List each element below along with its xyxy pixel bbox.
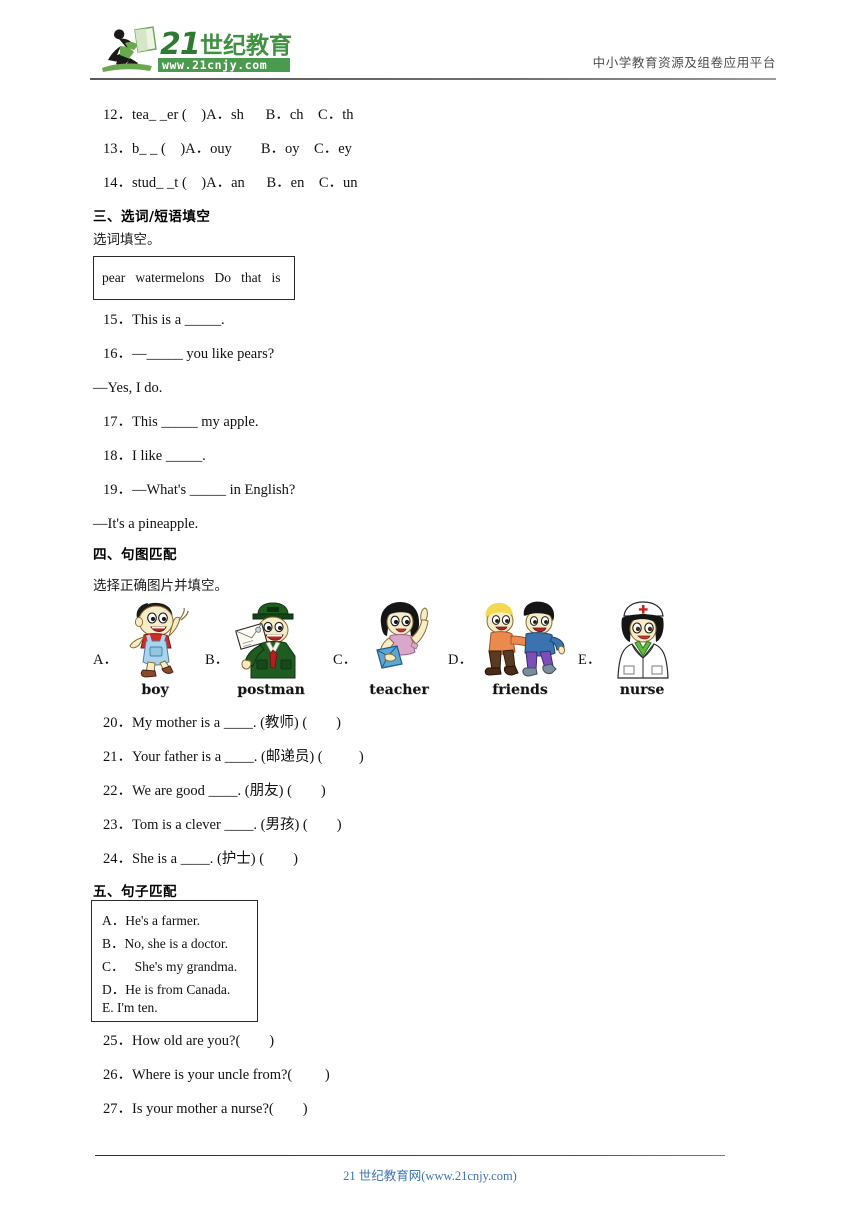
section-four-subheading: 选择正确图片并填空。 <box>93 578 228 593</box>
question-18: 18．I like _____. <box>103 448 206 464</box>
header-slogan: 中小学教育资源及组卷应用平台 <box>592 56 776 70</box>
question-26: 26．Where is your uncle from?( ) <box>103 1067 330 1083</box>
picture-caption-d: friends <box>492 682 548 698</box>
site-logo: 21 世纪教育 www.21cnjy.com <box>90 22 305 78</box>
question-22: 22．We are good ____. (朋友) ( ) <box>103 783 326 799</box>
question-16: 16．—_____ you like pears? <box>103 346 275 362</box>
svg-text:www.21cnjy.com: www.21cnjy.com <box>162 58 267 72</box>
match-option-d: D．He is from Canada. <box>102 982 231 997</box>
question-20: 20．My mother is a ____. (教师) ( ) <box>103 715 342 731</box>
header-divider <box>90 78 776 80</box>
picture-option-b: B． postman <box>205 600 335 712</box>
picture-caption-b: postman <box>237 682 305 698</box>
question-15: 15．This is a _____. <box>103 312 225 328</box>
question-21: 21．Your father is a ____. (邮递员) ( ) <box>103 749 364 765</box>
picture-caption-a: boy <box>141 682 169 698</box>
page-header: 21 世纪教育 www.21cnjy.com 中小学教育资源及组卷应用平台 <box>90 22 776 80</box>
picture-option-e: E． nurse <box>578 600 693 712</box>
question-27: 27．Is your mother a nurse?( ) <box>103 1101 308 1117</box>
question-17: 17．This _____ my apple. <box>103 414 259 430</box>
match-option-e: E. I'm ten. <box>102 1000 158 1015</box>
picture-label-e: E． <box>578 652 602 668</box>
exam-page: 21 世纪教育 www.21cnjy.com 中小学教育资源及组卷应用平台 12… <box>0 0 860 1216</box>
footer-divider <box>95 1155 725 1156</box>
section-five-heading: 五、句子匹配 <box>93 884 177 900</box>
match-option-a: A．He's a farmer. <box>102 913 201 928</box>
question-25: 25．How old are you?( ) <box>103 1033 275 1049</box>
boy-illustration <box>117 600 193 680</box>
footer-text: 21 世纪教育网(www.21cnjy.com) <box>343 1169 517 1183</box>
picture-caption-e: nurse <box>619 682 665 698</box>
logo-url: www.21cnjy.com <box>158 58 290 72</box>
picture-label-d: D． <box>448 652 473 668</box>
picture-label-c: C． <box>333 652 358 668</box>
picture-caption-c: teacher <box>369 682 429 698</box>
nurse-illustration <box>604 600 680 680</box>
word-bank-text: pear watermelons Do that is <box>102 270 281 285</box>
question-24: 24．She is a ____. (护士) ( ) <box>103 851 298 867</box>
question-14: 14．stud_ _t ( )A．an B．en C．un <box>103 175 358 191</box>
running-person-icon <box>102 26 157 72</box>
section-three-heading: 三、选词/短语填空 <box>93 209 211 225</box>
postman-illustration <box>233 600 309 680</box>
question-12: 12．tea_ _er ( )A．sh B．ch C．th <box>103 107 354 123</box>
section-three-subheading: 选词填空。 <box>93 232 161 247</box>
picture-option-c: C． teacher <box>333 600 463 712</box>
question-13: 13．b_ _ ( )A．ouy B．oy C．ey <box>103 141 352 157</box>
match-option-c: C． She's my grandma. <box>102 959 238 974</box>
picture-options-row: A． boy B． postman C． teacher D． friends … <box>93 600 693 712</box>
picture-option-a: A． boy <box>93 600 213 712</box>
picture-option-d: D． friends <box>448 600 588 712</box>
question-23: 23．Tom is a clever ____. (男孩) ( ) <box>103 817 342 833</box>
picture-label-a: A． <box>93 652 118 668</box>
match-options-box: A．He's a farmer. B．No, she is a doctor. … <box>91 900 258 1022</box>
svg-text:世纪教育: 世纪教育 <box>200 32 292 59</box>
logo-wordmark: 21 世纪教育 <box>160 27 292 62</box>
svg-text:21: 21 <box>160 27 200 62</box>
picture-label-b: B． <box>205 652 230 668</box>
section-four-heading: 四、句图匹配 <box>93 547 177 563</box>
word-bank-box: pear watermelons Do that is <box>93 256 295 300</box>
teacher-illustration <box>361 600 437 680</box>
question-16-answer: —Yes, I do. <box>93 380 163 396</box>
match-option-b: B．No, she is a doctor. <box>102 936 228 951</box>
friends-illustration <box>476 600 568 680</box>
question-19-answer: —It's a pineapple. <box>93 516 199 532</box>
question-19: 19．—What's _____ in English? <box>103 482 296 498</box>
